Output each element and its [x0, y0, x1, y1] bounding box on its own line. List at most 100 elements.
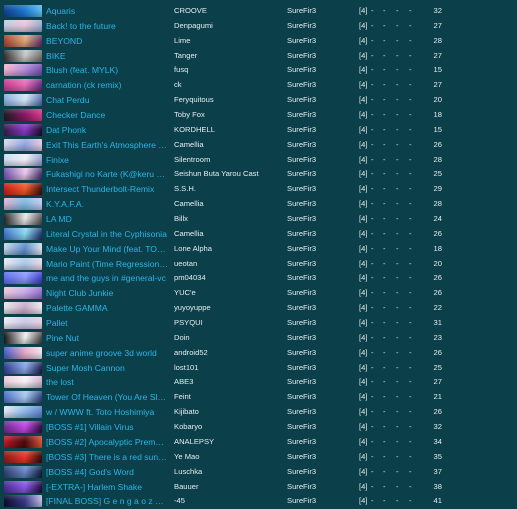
- song-thumbnail[interactable]: [4, 495, 42, 508]
- song-thumbnail[interactable]: [4, 227, 42, 240]
- song-row[interactable]: [-EXTRA-] Harlem Shake Bauuer SureFir3 […: [0, 480, 517, 495]
- song-title-link[interactable]: [BOSS #3] There is a red sun in the sky: [46, 451, 168, 463]
- song-row[interactable]: BIKE Tanger SureFir3 [4] - - - - 27: [0, 49, 517, 64]
- song-thumbnail[interactable]: [4, 168, 42, 181]
- song-thumbnail[interactable]: [4, 465, 42, 478]
- song-title-link[interactable]: Tower Of Heaven (You Are Slaves): [46, 391, 168, 403]
- song-thumbnail[interactable]: [4, 287, 42, 300]
- song-title-link[interactable]: Back! to the future: [46, 20, 168, 32]
- song-thumbnail[interactable]: [4, 138, 42, 151]
- song-thumbnail[interactable]: [4, 435, 42, 448]
- song-thumbnail[interactable]: [4, 94, 42, 107]
- song-thumbnail[interactable]: [4, 64, 42, 77]
- song-row[interactable]: the lost ABE3 SureFir3 [4] - - - - 27: [0, 375, 517, 390]
- song-row[interactable]: Chat Perdu Feryquitous SureFir3 [4] - - …: [0, 93, 517, 108]
- song-title-link[interactable]: Exit This Earth's Atmosphere (Camellia's…: [46, 139, 168, 151]
- song-title-link[interactable]: me and the guys in #general-vc: [46, 272, 168, 284]
- song-title-link[interactable]: LA MD: [46, 213, 168, 225]
- song-row[interactable]: LA MD Billx SureFir3 [4] - - - - 24: [0, 212, 517, 227]
- song-title-link[interactable]: Super Mosh Cannon: [46, 362, 168, 374]
- song-title-link[interactable]: Pallet: [46, 317, 168, 329]
- song-title-link[interactable]: Aquaris: [46, 5, 168, 17]
- song-row[interactable]: Back! to the future Denpagumi SureFir3 […: [0, 19, 517, 34]
- song-row[interactable]: Pine Nut Doin SureFir3 [4] - - - - 23: [0, 331, 517, 346]
- song-thumbnail[interactable]: [4, 317, 42, 330]
- song-thumbnail[interactable]: [4, 242, 42, 255]
- song-row[interactable]: Checker Dance Toby Fox SureFir3 [4] - - …: [0, 108, 517, 123]
- song-thumbnail[interactable]: [4, 34, 42, 47]
- song-title-link[interactable]: Fukashigi no Karte (K@keru Bootleg): [46, 168, 168, 180]
- song-thumbnail[interactable]: [4, 109, 42, 122]
- song-row[interactable]: Exit This Earth's Atmosphere (Camellia's…: [0, 138, 517, 153]
- song-thumbnail[interactable]: [4, 421, 42, 434]
- song-row[interactable]: Palette GAMMA yuyoyuppe SureFir3 [4] - -…: [0, 301, 517, 316]
- song-row[interactable]: Night Club Junkie YUC'e SureFir3 [4] - -…: [0, 286, 517, 301]
- song-row[interactable]: Pallet PSYQUI SureFir3 [4] - - - - 31: [0, 316, 517, 331]
- song-title-link[interactable]: [BOSS #1] Villain Virus: [46, 421, 168, 433]
- song-thumbnail[interactable]: [4, 450, 42, 463]
- song-thumbnail[interactable]: [4, 391, 42, 404]
- song-thumbnail[interactable]: [4, 302, 42, 315]
- song-thumbnail[interactable]: [4, 198, 42, 211]
- song-title-link[interactable]: Palette GAMMA: [46, 302, 168, 314]
- song-row[interactable]: [BOSS #4] God's Word Luschka SureFir3 [4…: [0, 465, 517, 480]
- song-title-link[interactable]: the lost: [46, 376, 168, 388]
- song-row[interactable]: Tower Of Heaven (You Are Slaves) Feint S…: [0, 390, 517, 405]
- song-thumbnail[interactable]: [4, 183, 42, 196]
- song-thumbnail[interactable]: [4, 5, 42, 17]
- song-thumbnail[interactable]: [4, 19, 42, 32]
- song-thumbnail[interactable]: [4, 361, 42, 374]
- song-title-link[interactable]: Mario Paint (Time Regression remix): [46, 258, 168, 270]
- song-row[interactable]: [BOSS #2] Apocalyptic Premonition ANALEP…: [0, 435, 517, 450]
- song-thumbnail[interactable]: [4, 406, 42, 419]
- song-title-link[interactable]: K.Y.A.F.A.: [46, 198, 168, 210]
- song-row[interactable]: Finixe Silentroom SureFir3 [4] - - - - 2…: [0, 153, 517, 168]
- song-title-link[interactable]: Dat Phonk: [46, 124, 168, 136]
- song-row[interactable]: w / WWW ft. Toto Hoshimiya Kijibato Sure…: [0, 405, 517, 420]
- song-title-link[interactable]: Chat Perdu: [46, 94, 168, 106]
- song-title-link[interactable]: Blush (feat. MYLK): [46, 64, 168, 76]
- song-thumbnail[interactable]: [4, 49, 42, 62]
- song-thumbnail[interactable]: [4, 79, 42, 92]
- song-thumbnail[interactable]: [4, 123, 42, 136]
- song-thumbnail[interactable]: [4, 153, 42, 166]
- song-thumbnail[interactable]: [4, 480, 42, 493]
- song-row[interactable]: Super Mosh Cannon lost101 SureFir3 [4] -…: [0, 361, 517, 376]
- song-title-link[interactable]: [BOSS #4] God's Word: [46, 466, 168, 478]
- song-title-link[interactable]: Literal Crystal in the Cyphisonia: [46, 228, 168, 240]
- song-title-link[interactable]: BIKE: [46, 50, 168, 62]
- song-title-link[interactable]: Intersect Thunderbolt-Remix: [46, 183, 168, 195]
- song-title-link[interactable]: carnation (ck remix): [46, 79, 168, 91]
- song-row[interactable]: K.Y.A.F.A. Camellia SureFir3 [4] - - - -…: [0, 197, 517, 212]
- song-thumbnail[interactable]: [4, 272, 42, 285]
- song-row[interactable]: [FINAL BOSS] G e n g a o z o - Anodyne -…: [0, 494, 517, 509]
- song-row[interactable]: Blush (feat. MYLK) fusq SureFir3 [4] - -…: [0, 63, 517, 78]
- song-title-link[interactable]: [FINAL BOSS] G e n g a o z o - Anodyne: [46, 495, 168, 507]
- song-row[interactable]: Make Up Your Mind (feat. TOFIE) Lone Alp…: [0, 242, 517, 257]
- song-row[interactable]: [BOSS #1] Villain Virus Kobaryo SureFir3…: [0, 420, 517, 435]
- song-thumbnail[interactable]: [4, 257, 42, 270]
- song-title-link[interactable]: Checker Dance: [46, 109, 168, 121]
- song-title-link[interactable]: [-EXTRA-] Harlem Shake: [46, 481, 168, 493]
- song-row[interactable]: Mario Paint (Time Regression remix) ueot…: [0, 257, 517, 272]
- song-row[interactable]: me and the guys in #general-vc pm04034 S…: [0, 271, 517, 286]
- song-title-link[interactable]: Make Up Your Mind (feat. TOFIE): [46, 243, 168, 255]
- song-row[interactable]: Fukashigi no Karte (K@keru Bootleg) Seis…: [0, 167, 517, 182]
- song-row[interactable]: super anime groove 3d world android52 Su…: [0, 346, 517, 361]
- song-row[interactable]: Dat Phonk KORDHELL SureFir3 [4] - - - - …: [0, 123, 517, 138]
- song-thumbnail[interactable]: [4, 331, 42, 344]
- song-title-link[interactable]: Night Club Junkie: [46, 287, 168, 299]
- song-title-link[interactable]: [BOSS #2] Apocalyptic Premonition: [46, 436, 168, 448]
- song-row[interactable]: Literal Crystal in the Cyphisonia Camell…: [0, 227, 517, 242]
- song-title-link[interactable]: super anime groove 3d world: [46, 347, 168, 359]
- song-row[interactable]: carnation (ck remix) ck SureFir3 [4] - -…: [0, 78, 517, 93]
- song-row[interactable]: [BOSS #3] There is a red sun in the sky …: [0, 450, 517, 465]
- song-title-link[interactable]: Finixe: [46, 154, 168, 166]
- song-title-link[interactable]: BEYOND: [46, 35, 168, 47]
- song-row[interactable]: Aquaris CROOVE SureFir3 [4] - - - - 32: [0, 4, 517, 19]
- song-row[interactable]: BEYOND Lime SureFir3 [4] - - - - 28: [0, 34, 517, 49]
- song-row[interactable]: Intersect Thunderbolt-Remix S.S.H. SureF…: [0, 182, 517, 197]
- song-title-link[interactable]: Pine Nut: [46, 332, 168, 344]
- song-thumbnail[interactable]: [4, 376, 42, 389]
- song-thumbnail[interactable]: [4, 213, 42, 226]
